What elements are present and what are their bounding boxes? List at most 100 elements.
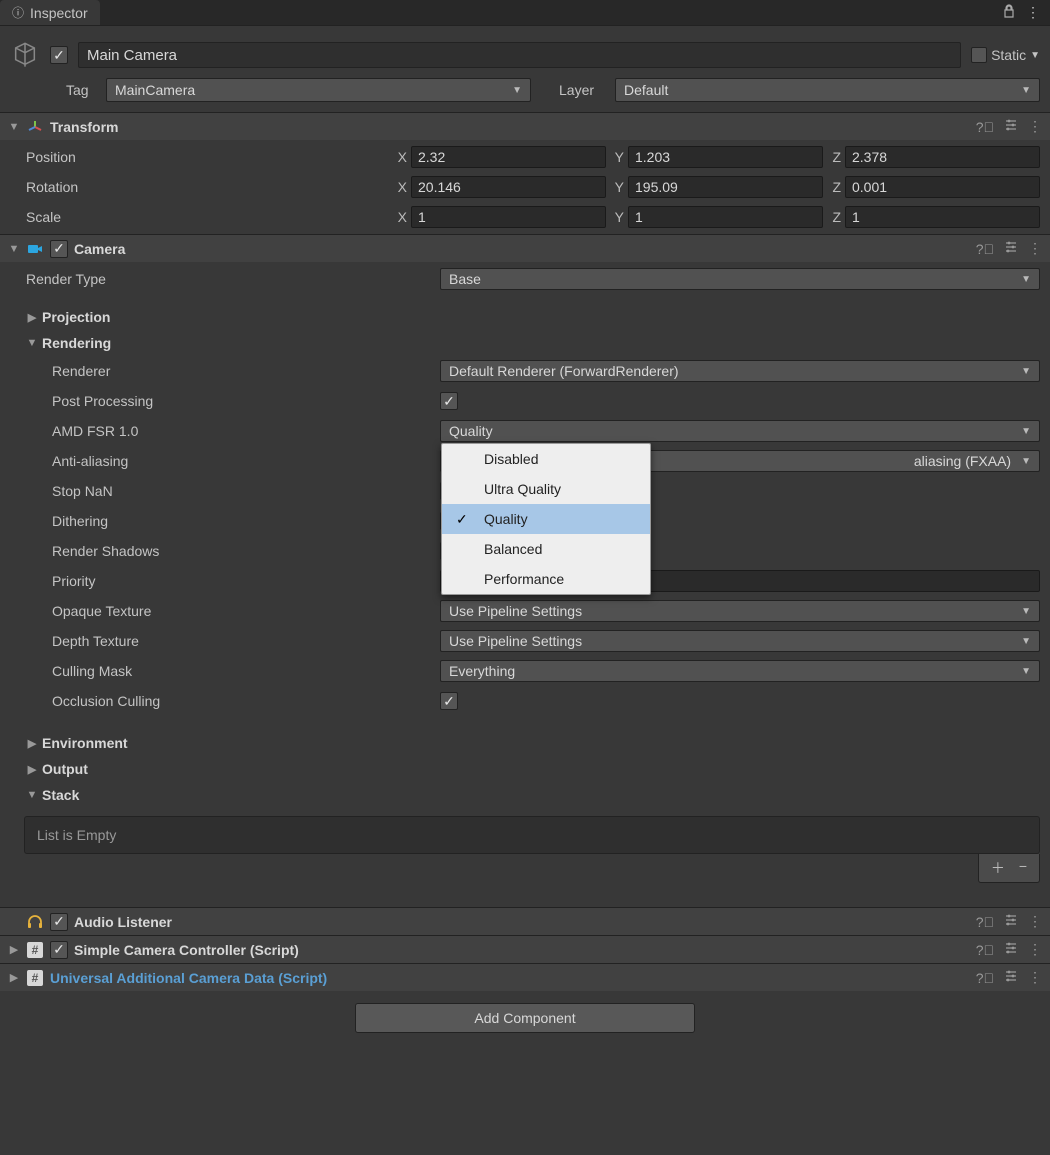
- help-icon[interactable]: ?⃝: [976, 942, 994, 958]
- position-x[interactable]: [411, 146, 606, 168]
- foldout-icon[interactable]: ▼: [26, 337, 38, 349]
- camera-enabled-checkbox[interactable]: [50, 240, 68, 258]
- layer-label: Layer: [559, 82, 607, 98]
- help-icon[interactable]: ?⃝: [976, 119, 994, 135]
- amd-fsr-row: AMD FSR 1.0 Quality▼ Disabled Ultra Qual…: [20, 418, 1040, 444]
- chevron-down-icon: ▼: [1021, 85, 1031, 96]
- preset-icon[interactable]: [1004, 913, 1018, 930]
- scale-z[interactable]: [845, 206, 1040, 228]
- uacd-header[interactable]: ▶ # Universal Additional Camera Data (Sc…: [0, 963, 1050, 991]
- add-component-button[interactable]: Add Component: [355, 1003, 695, 1033]
- foldout-icon[interactable]: ▶: [8, 971, 20, 984]
- foldout-icon[interactable]: ▼: [8, 243, 20, 255]
- add-item-button[interactable]: ＋: [991, 858, 1005, 878]
- amd-fsr-popup: Disabled Ultra Quality Quality Balanced …: [441, 443, 651, 595]
- foldout-icon[interactable]: ▶: [26, 311, 38, 324]
- remove-item-button[interactable]: −: [1019, 858, 1027, 878]
- help-icon[interactable]: ?⃝: [976, 970, 994, 986]
- preset-icon[interactable]: [1004, 118, 1018, 135]
- rotation-z[interactable]: [845, 176, 1040, 198]
- chevron-down-icon: ▼: [1021, 456, 1031, 467]
- rendering-fold[interactable]: ▼Rendering: [20, 332, 1040, 354]
- script-icon: #: [26, 941, 44, 959]
- tab-inspector[interactable]: ⓘ Inspector: [0, 0, 100, 25]
- stack-list-buttons: ＋ −: [24, 854, 1040, 883]
- option-disabled[interactable]: Disabled: [442, 444, 650, 474]
- option-performance[interactable]: Performance: [442, 564, 650, 594]
- static-toggle[interactable]: Static ▼: [971, 47, 1040, 63]
- tab-menu-icon[interactable]: [1026, 4, 1040, 21]
- preset-icon[interactable]: [1004, 240, 1018, 257]
- scale-x[interactable]: [411, 206, 606, 228]
- camera-header[interactable]: ▼ Camera ?⃝: [0, 234, 1050, 262]
- culling-mask-select[interactable]: Everything▼: [440, 660, 1040, 682]
- component-menu-icon[interactable]: [1028, 118, 1042, 135]
- post-processing-checkbox[interactable]: [440, 392, 458, 410]
- info-icon: ⓘ: [12, 4, 24, 21]
- object-name-field[interactable]: [78, 42, 961, 68]
- transform-icon: [26, 118, 44, 136]
- stack-list: List is Empty: [24, 816, 1040, 854]
- gameobject-icon[interactable]: [10, 40, 40, 70]
- chevron-down-icon[interactable]: ▼: [1030, 50, 1040, 61]
- opaque-texture-select[interactable]: Use Pipeline Settings▼: [440, 600, 1040, 622]
- output-fold[interactable]: ▶Output: [20, 758, 1040, 780]
- foldout-icon[interactable]: ▼: [26, 789, 38, 801]
- camera-icon: [26, 240, 44, 258]
- help-icon[interactable]: ?⃝: [976, 914, 994, 930]
- environment-fold[interactable]: ▶Environment: [20, 732, 1040, 754]
- tab-label: Inspector: [30, 5, 88, 21]
- stack-empty-label: List is Empty: [37, 827, 116, 843]
- transform-header[interactable]: ▼ Transform ?⃝: [0, 112, 1050, 140]
- chevron-down-icon: ▼: [1021, 636, 1031, 647]
- active-checkbox[interactable]: [50, 46, 68, 64]
- camera-body: Render Type Base▼ ▶Projection ▼Rendering…: [0, 262, 1050, 810]
- post-processing-row: Post Processing: [20, 388, 1040, 414]
- layer-dropdown[interactable]: Default ▼: [615, 78, 1040, 102]
- preset-icon[interactable]: [1004, 941, 1018, 958]
- renderer-select[interactable]: Default Renderer (ForwardRenderer)▼: [440, 360, 1040, 382]
- foldout-icon[interactable]: ▼: [8, 121, 20, 133]
- tag-dropdown[interactable]: MainCamera ▼: [106, 78, 531, 102]
- stack-fold[interactable]: ▼Stack: [20, 784, 1040, 806]
- chevron-down-icon: ▼: [1021, 606, 1031, 617]
- render-type-select[interactable]: Base▼: [440, 268, 1040, 290]
- option-quality[interactable]: Quality: [442, 504, 650, 534]
- foldout-icon[interactable]: ▶: [8, 943, 20, 956]
- preset-icon[interactable]: [1004, 969, 1018, 986]
- component-menu-icon[interactable]: [1028, 913, 1042, 930]
- audio-listener-title: Audio Listener: [74, 914, 970, 930]
- tag-value: MainCamera: [115, 82, 195, 98]
- position-z[interactable]: [845, 146, 1040, 168]
- foldout-icon[interactable]: ▶: [26, 737, 38, 750]
- component-menu-icon[interactable]: [1028, 240, 1042, 257]
- rotation-x[interactable]: [411, 176, 606, 198]
- audio-enabled-checkbox[interactable]: [50, 913, 68, 931]
- static-label: Static: [991, 47, 1026, 63]
- static-checkbox[interactable]: [971, 47, 987, 63]
- chevron-down-icon: ▼: [1021, 274, 1031, 285]
- depth-texture-select[interactable]: Use Pipeline Settings▼: [440, 630, 1040, 652]
- layer-value: Default: [624, 82, 668, 98]
- audio-listener-header[interactable]: ▶ Audio Listener ?⃝: [0, 907, 1050, 935]
- component-menu-icon[interactable]: [1028, 941, 1042, 958]
- lock-icon[interactable]: [1002, 4, 1016, 21]
- occlusion-checkbox[interactable]: [440, 692, 458, 710]
- rotation-y[interactable]: [628, 176, 823, 198]
- rotation-row: Rotation X Y Z: [20, 174, 1040, 200]
- option-balanced[interactable]: Balanced: [442, 534, 650, 564]
- render-type-label: Render Type: [20, 271, 440, 287]
- foldout-icon[interactable]: ▶: [26, 763, 38, 776]
- chevron-down-icon: ▼: [1021, 666, 1031, 677]
- render-type-row: Render Type Base▼: [20, 266, 1040, 292]
- projection-fold[interactable]: ▶Projection: [20, 306, 1040, 328]
- chevron-down-icon: ▼: [512, 85, 522, 96]
- help-icon[interactable]: ?⃝: [976, 241, 994, 257]
- position-y[interactable]: [628, 146, 823, 168]
- script-enabled-checkbox[interactable]: [50, 941, 68, 959]
- camera-controller-header[interactable]: ▶ # Simple Camera Controller (Script) ?⃝: [0, 935, 1050, 963]
- option-ultra-quality[interactable]: Ultra Quality: [442, 474, 650, 504]
- amd-fsr-select[interactable]: Quality▼ Disabled Ultra Quality Quality …: [440, 420, 1040, 442]
- component-menu-icon[interactable]: [1028, 969, 1042, 986]
- scale-y[interactable]: [628, 206, 823, 228]
